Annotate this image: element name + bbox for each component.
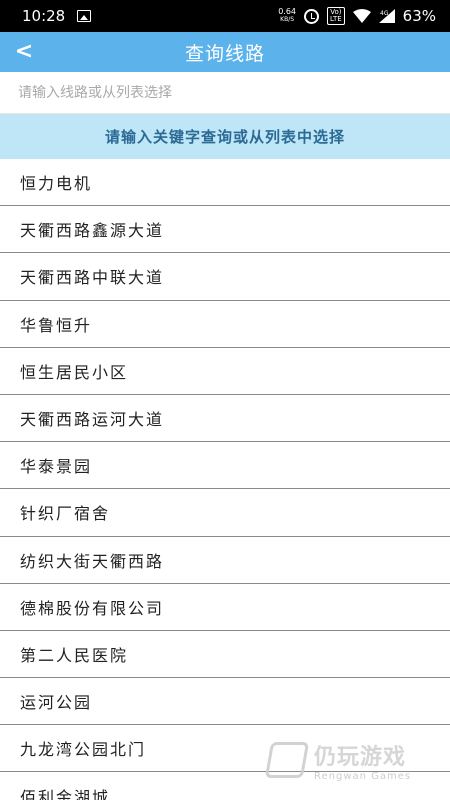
route-list-item[interactable]: 天衢西路运河大道 <box>0 394 450 443</box>
status-time: 10:28 <box>22 7 66 25</box>
status-bar: 10:28 0.64 KB/S Vo) LTE 4G 63% <box>0 0 450 32</box>
route-list-item[interactable]: 德棉股份有限公司 <box>0 583 450 631</box>
route-list-item[interactable]: 纺织大街天衢西路 <box>0 536 450 584</box>
watermark: 仍玩游戏 Rengwan Games <box>264 734 428 786</box>
route-search-bar <box>0 72 450 114</box>
back-button[interactable]: < <box>12 38 36 66</box>
watermark-cn: 仍玩游戏 <box>314 744 407 770</box>
route-list: 恒力电机 天衢西路鑫源大道 天衢西路中联大道 华鲁恒升 恒生居民小区 天衢西路运河大道 华泰… <box>0 159 450 800</box>
route-list-item[interactable]: 第二人民医院 <box>0 630 450 679</box>
alarm-icon <box>304 8 320 24</box>
page-title: 查询线路 <box>184 42 265 65</box>
route-list-item[interactable]: 天衢西路鑫源大道 <box>0 206 450 254</box>
volte-bottom-label: LTE <box>330 15 342 23</box>
signal-icon: 4G <box>378 9 395 23</box>
status-icons: 0.64 KB/S Vo) LTE 4G 63% <box>278 7 436 25</box>
signal-label: 4G <box>380 10 389 17</box>
app-bar: < 查询线路 <box>0 32 450 72</box>
route-list-item[interactable]: 针织厂宿舍 <box>0 489 450 537</box>
route-search-input[interactable] <box>18 84 450 101</box>
route-list-item[interactable]: 天衢西路中联大道 <box>0 253 450 301</box>
watermark-en: Rengwan Games <box>314 770 412 782</box>
route-list-item[interactable]: 恒力电机 <box>0 159 450 207</box>
volte-icon: Vo) LTE <box>327 7 345 25</box>
network-speed-unit: KB/S <box>280 16 295 23</box>
battery-level: 63% <box>402 7 436 25</box>
wifi-icon <box>352 9 371 23</box>
route-list-item[interactable]: 恒生居民小区 <box>0 347 450 395</box>
route-list-item[interactable]: 运河公园 <box>0 678 450 726</box>
network-speed: 0.64 KB/S <box>278 8 296 24</box>
search-hint-banner: 请输入关键字查询或从列表中选择 <box>0 114 450 159</box>
watermark-texts: 仍玩游戏 Rengwan Games <box>314 739 411 782</box>
network-speed-value: 0.64 <box>278 7 297 16</box>
image-notification-icon <box>77 10 92 22</box>
route-list-item[interactable]: 华鲁恒升 <box>0 300 450 348</box>
watermark-logo-icon <box>264 742 310 778</box>
route-list-item[interactable]: 华泰景园 <box>0 442 450 490</box>
